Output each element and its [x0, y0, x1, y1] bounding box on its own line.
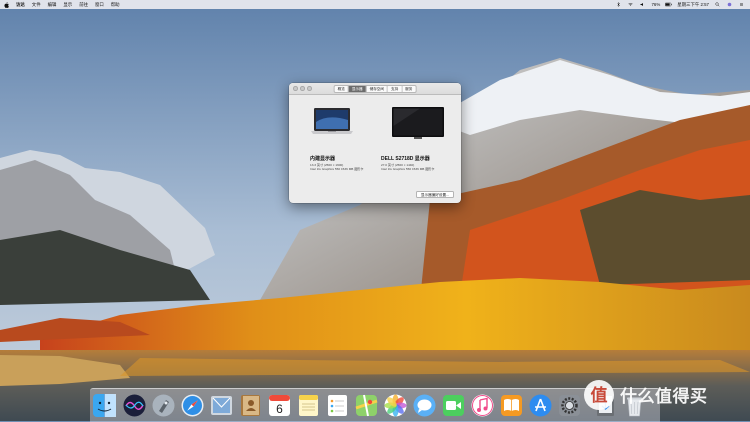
- system-preferences-icon[interactable]: [557, 393, 582, 418]
- menu-bar: 访达 文件 编辑 显示 前往 窗口 帮助 76% 星期三下午 2:57: [0, 0, 750, 9]
- mail-icon[interactable]: [209, 393, 234, 418]
- display-external: DELL S2718D 显示器 27.0 英寸 (2560 × 1440) In…: [375, 94, 461, 203]
- close-button[interactable]: [293, 86, 298, 91]
- facetime-icon[interactable]: [441, 393, 466, 418]
- minimize-button[interactable]: [300, 86, 305, 91]
- music-icon[interactable]: [470, 393, 495, 418]
- battery-percent: 76%: [651, 2, 661, 7]
- menu-window[interactable]: 窗口: [95, 2, 104, 8]
- menu-help[interactable]: 帮助: [111, 2, 120, 8]
- watermark-logo-icon: 值: [584, 380, 614, 410]
- volume-icon[interactable]: [639, 2, 646, 7]
- menu-edit[interactable]: 编辑: [48, 2, 57, 8]
- zoom-button[interactable]: [307, 86, 312, 91]
- books-icon[interactable]: [499, 393, 524, 418]
- spotlight-search-icon[interactable]: [714, 2, 721, 7]
- launchpad-icon[interactable]: [151, 393, 176, 418]
- dock: 6: [90, 388, 660, 422]
- maps-icon[interactable]: [354, 393, 379, 418]
- tab-overview[interactable]: 概览: [335, 86, 349, 93]
- monitor-image-icon: [392, 107, 444, 139]
- notification-center-icon[interactable]: [738, 2, 745, 7]
- watermark-text: 什么值得买: [620, 387, 708, 406]
- bluetooth-icon[interactable]: [615, 2, 622, 7]
- display-builtin-details: 13.3 英寸 (2560 × 1600) Intel Iris Graphic…: [310, 163, 363, 172]
- display-builtin-gpu: Intel Iris Graphics 550 1536 MB 图形卡: [310, 167, 364, 172]
- menu-view[interactable]: 显示: [63, 2, 72, 8]
- apple-menu-icon[interactable]: [4, 1, 9, 8]
- menu-go[interactable]: 前往: [79, 2, 88, 8]
- tab-service[interactable]: 服务: [402, 86, 415, 92]
- siri-menu-icon[interactable]: [726, 2, 733, 7]
- menu-file[interactable]: 文件: [32, 2, 41, 8]
- about-this-mac-window: 概览 显示器 储存空间 支持 服务 内建显示器 13.3 英寸 (2560 × …: [289, 83, 461, 203]
- contacts-icon[interactable]: [238, 393, 263, 418]
- display-external-details: 27.0 英寸 (2560 × 1440) Intel Iris Graphic…: [381, 163, 434, 172]
- photos-icon[interactable]: [383, 393, 408, 418]
- tab-storage[interactable]: 储存空间: [367, 86, 388, 93]
- menu-clock[interactable]: 星期三下午 2:57: [677, 2, 709, 8]
- desktop-wallpaper: [0, 0, 750, 421]
- battery-icon[interactable]: [665, 2, 672, 7]
- display-external-gpu: Intel Iris Graphics 550 1536 MB 图形卡: [381, 167, 435, 172]
- app-store-icon[interactable]: [528, 393, 553, 418]
- tab-support[interactable]: 支持: [388, 86, 403, 93]
- calendar-icon[interactable]: 6: [267, 393, 292, 418]
- messages-icon[interactable]: [412, 393, 437, 418]
- window-tabs: 概览 显示器 储存空间 支持 服务: [333, 85, 417, 94]
- notes-icon[interactable]: [296, 393, 321, 418]
- wifi-icon[interactable]: [627, 2, 634, 7]
- svg-text:值: 值: [591, 385, 608, 405]
- calendar-day: 6: [276, 402, 283, 416]
- safari-icon[interactable]: [180, 393, 205, 418]
- display-builtin: 内建显示器 13.3 英寸 (2560 × 1600) Intel Iris G…: [289, 94, 375, 203]
- watermark: 值 什么值得买: [582, 376, 748, 416]
- finder-icon[interactable]: [92, 393, 117, 418]
- tab-displays[interactable]: 显示器: [348, 86, 367, 93]
- display-preferences-button[interactable]: 显示器偏好设置...: [416, 191, 454, 198]
- display-builtin-name: 内建显示器: [310, 156, 336, 162]
- display-external-name: DELL S2718D 显示器: [381, 156, 430, 162]
- siri-icon[interactable]: [122, 393, 147, 418]
- reminders-icon[interactable]: [325, 393, 350, 418]
- laptop-image-icon: [311, 108, 353, 134]
- menu-finder[interactable]: 访达: [16, 2, 25, 8]
